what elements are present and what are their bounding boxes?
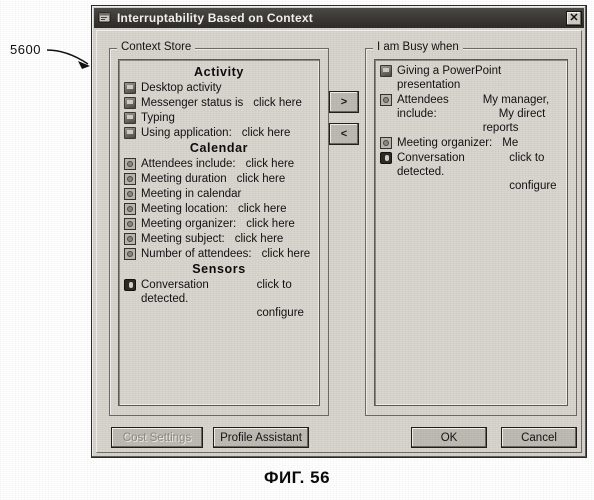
- interruptability-dialog: Interruptability Based on Context ✕ Cont…: [91, 5, 587, 458]
- cost-settings-button[interactable]: Cost Settings: [111, 427, 203, 448]
- close-icon[interactable]: ✕: [566, 10, 582, 26]
- list-item-value: My manager, My direct reports: [482, 94, 550, 134]
- list-item-action[interactable]: click here: [246, 157, 295, 171]
- section-header-activity: Activity: [194, 65, 244, 79]
- context-store-group: Context Store Activity Desktop activity …: [109, 41, 329, 416]
- reference-leader-line: [46, 49, 90, 69]
- list-item-label: Meeting in calendar: [141, 188, 242, 200]
- profile-assistant-button[interactable]: Profile Assistant: [213, 427, 309, 448]
- list-item[interactable]: Number of attendees: click here: [122, 247, 316, 261]
- context-store-legend: Context Store: [117, 41, 196, 53]
- calendar-icon: [124, 173, 136, 185]
- monitor-icon: [124, 82, 136, 94]
- dialog-title-bar[interactable]: Interruptability Based on Context ✕: [94, 8, 584, 28]
- microphone-icon: [380, 152, 392, 164]
- list-item-label: Desktop activity: [141, 82, 222, 94]
- list-item[interactable]: Messenger status is click here: [122, 96, 316, 110]
- monitor-icon: [124, 97, 136, 109]
- list-item[interactable]: Meeting organizer: Me: [378, 136, 564, 150]
- section-header-calendar: Calendar: [189, 141, 249, 155]
- monitor-icon: [380, 65, 392, 77]
- dialog-client-area: Context Store Activity Desktop activity …: [96, 30, 582, 453]
- calendar-icon: [380, 137, 392, 149]
- list-item[interactable]: Using application: click here: [122, 126, 316, 140]
- calendar-icon: [380, 94, 392, 106]
- list-item-value: Me: [502, 137, 519, 149]
- context-store-listbox[interactable]: Activity Desktop activity Messenger stat…: [118, 59, 320, 406]
- list-item-action[interactable]: click here: [235, 232, 284, 246]
- list-item-label: Meeting duration: [141, 173, 227, 185]
- list-item-label: Typing: [141, 112, 175, 124]
- list-item-label: Attendees include:: [141, 158, 236, 170]
- list-item[interactable]: Meeting in calendar: [122, 187, 316, 201]
- microphone-icon: [124, 279, 136, 291]
- list-item[interactable]: Conversation detected. click to configur…: [378, 151, 564, 193]
- busy-when-group: I am Busy when Giving a PowerPoint prese…: [365, 41, 577, 416]
- list-item-action[interactable]: click here: [246, 217, 295, 231]
- calendar-icon: [124, 248, 136, 260]
- calendar-icon: [124, 158, 136, 170]
- list-item-action[interactable]: click here: [253, 96, 302, 110]
- busy-when-listbox[interactable]: Giving a PowerPoint presentation Attende…: [374, 59, 568, 406]
- cancel-button[interactable]: Cancel: [501, 427, 577, 448]
- list-item-action[interactable]: click here: [242, 126, 291, 140]
- list-item-label: Meeting organizer:: [397, 137, 493, 149]
- busy-when-legend: I am Busy when: [373, 41, 463, 53]
- list-item-label: Number of attendees:: [141, 248, 252, 260]
- app-window-icon: [98, 12, 111, 23]
- list-item[interactable]: Attendees include: My manager, My direct…: [378, 93, 564, 135]
- section-header-sensors: Sensors: [192, 262, 246, 276]
- list-item[interactable]: Meeting location: click here: [122, 202, 316, 216]
- list-item-label: Meeting subject:: [141, 233, 225, 245]
- list-item-action[interactable]: click here: [238, 202, 287, 216]
- list-item-action[interactable]: click to configure: [509, 151, 564, 193]
- transfer-button-group: > <: [329, 91, 361, 155]
- monitor-icon: [124, 112, 136, 124]
- list-item-label: Using application:: [141, 127, 232, 139]
- calendar-icon: [124, 188, 136, 200]
- list-item[interactable]: Conversation detected. click to configur…: [122, 278, 316, 320]
- remove-from-busy-button[interactable]: <: [329, 123, 359, 145]
- dialog-title: Interruptability Based on Context: [117, 11, 313, 25]
- ok-button[interactable]: OK: [411, 427, 487, 448]
- list-item[interactable]: Attendees include: click here: [122, 157, 316, 171]
- list-item[interactable]: Meeting subject: click here: [122, 232, 316, 246]
- list-item-label: Conversation detected.: [397, 152, 468, 178]
- list-item[interactable]: Meeting duration click here: [122, 172, 316, 186]
- list-item[interactable]: Desktop activity: [122, 81, 316, 95]
- list-item-label: Attendees include:: [397, 94, 452, 120]
- monitor-icon: [124, 127, 136, 139]
- list-item-action[interactable]: click here: [262, 247, 311, 261]
- list-item-label: Meeting location:: [141, 203, 228, 215]
- list-item-label: Messenger status is: [141, 97, 244, 109]
- calendar-icon: [124, 203, 136, 215]
- list-item-action[interactable]: click here: [237, 172, 286, 186]
- list-item-label: Conversation detected.: [141, 279, 212, 305]
- list-item[interactable]: Meeting organizer: click here: [122, 217, 316, 231]
- list-item[interactable]: Typing: [122, 111, 316, 125]
- list-item-action[interactable]: click to configure: [257, 278, 316, 320]
- figure-caption: ФИГ. 56: [263, 468, 331, 487]
- list-item-label: Giving a PowerPoint presentation: [397, 65, 505, 91]
- list-item[interactable]: Giving a PowerPoint presentation: [378, 64, 564, 92]
- calendar-icon: [124, 218, 136, 230]
- add-to-busy-button[interactable]: >: [329, 91, 359, 113]
- reference-numeral: 5600: [10, 42, 41, 57]
- list-item-label: Meeting organizer:: [141, 218, 237, 230]
- calendar-icon: [124, 233, 136, 245]
